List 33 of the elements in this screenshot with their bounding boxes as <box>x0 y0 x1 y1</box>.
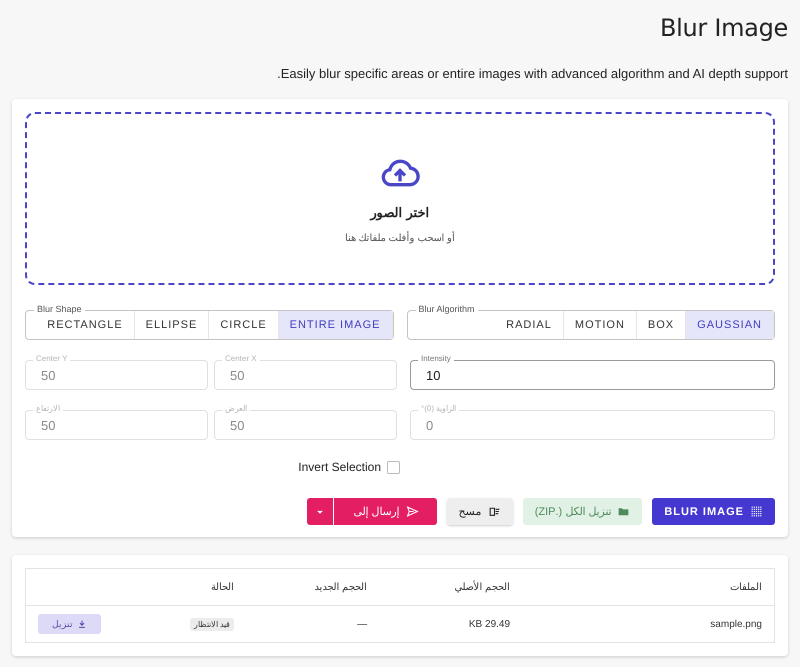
dropzone-hint: أو اسحب وأفلت ملفاتك هنا <box>344 232 456 244</box>
send-to-button[interactable]: إرسال إلى <box>334 498 437 525</box>
field-label: الزاوية (0)° <box>418 404 460 414</box>
grid-icon <box>750 505 763 518</box>
column-header: الحجم الأصلي <box>379 568 522 606</box>
page-title: Blur Image <box>660 14 788 42</box>
field-label: العرض <box>222 404 250 414</box>
checkbox-label: Invert Selection <box>298 460 381 474</box>
send-icon <box>406 505 419 518</box>
download-icon <box>77 619 87 629</box>
clear-button[interactable]: مسح <box>446 498 513 525</box>
dropzone[interactable]: اختر الصور أو اسحب وأفلت ملفاتك هنا <box>25 112 775 285</box>
group-label: Blur Shape <box>34 304 85 315</box>
blur-image-button[interactable]: BLUR IMAGE <box>652 498 775 525</box>
column-header: الملفات <box>522 568 774 606</box>
field-label: الارتفاع <box>33 404 63 414</box>
checkbox[interactable] <box>387 460 400 474</box>
clear-icon <box>488 505 501 518</box>
table-cell: sample.png <box>522 606 774 642</box>
column-header: الحالة <box>113 568 246 606</box>
field-label: Center Y <box>33 354 70 364</box>
group-label: Blur Algorithm <box>416 304 478 315</box>
field-label: Intensity <box>418 354 454 364</box>
toggle-option[interactable]: ENTIRE IMAGE <box>278 311 392 339</box>
field-label: Center X <box>222 354 260 364</box>
toggle-option[interactable]: GAUSSIAN <box>686 311 774 339</box>
page-subtitle: Easily blur specific areas or entire images with advanced algorithm and AI depth support. <box>277 66 788 81</box>
dropdown-button[interactable] <box>306 498 334 525</box>
dropzone-title: اختر الصور <box>370 205 430 220</box>
table-cell: 29.49 KB <box>379 606 522 642</box>
table-cell: — <box>246 606 380 642</box>
status-badge: قيد الانتظار <box>190 618 234 630</box>
column-header: الحجم الجديد <box>246 568 380 606</box>
